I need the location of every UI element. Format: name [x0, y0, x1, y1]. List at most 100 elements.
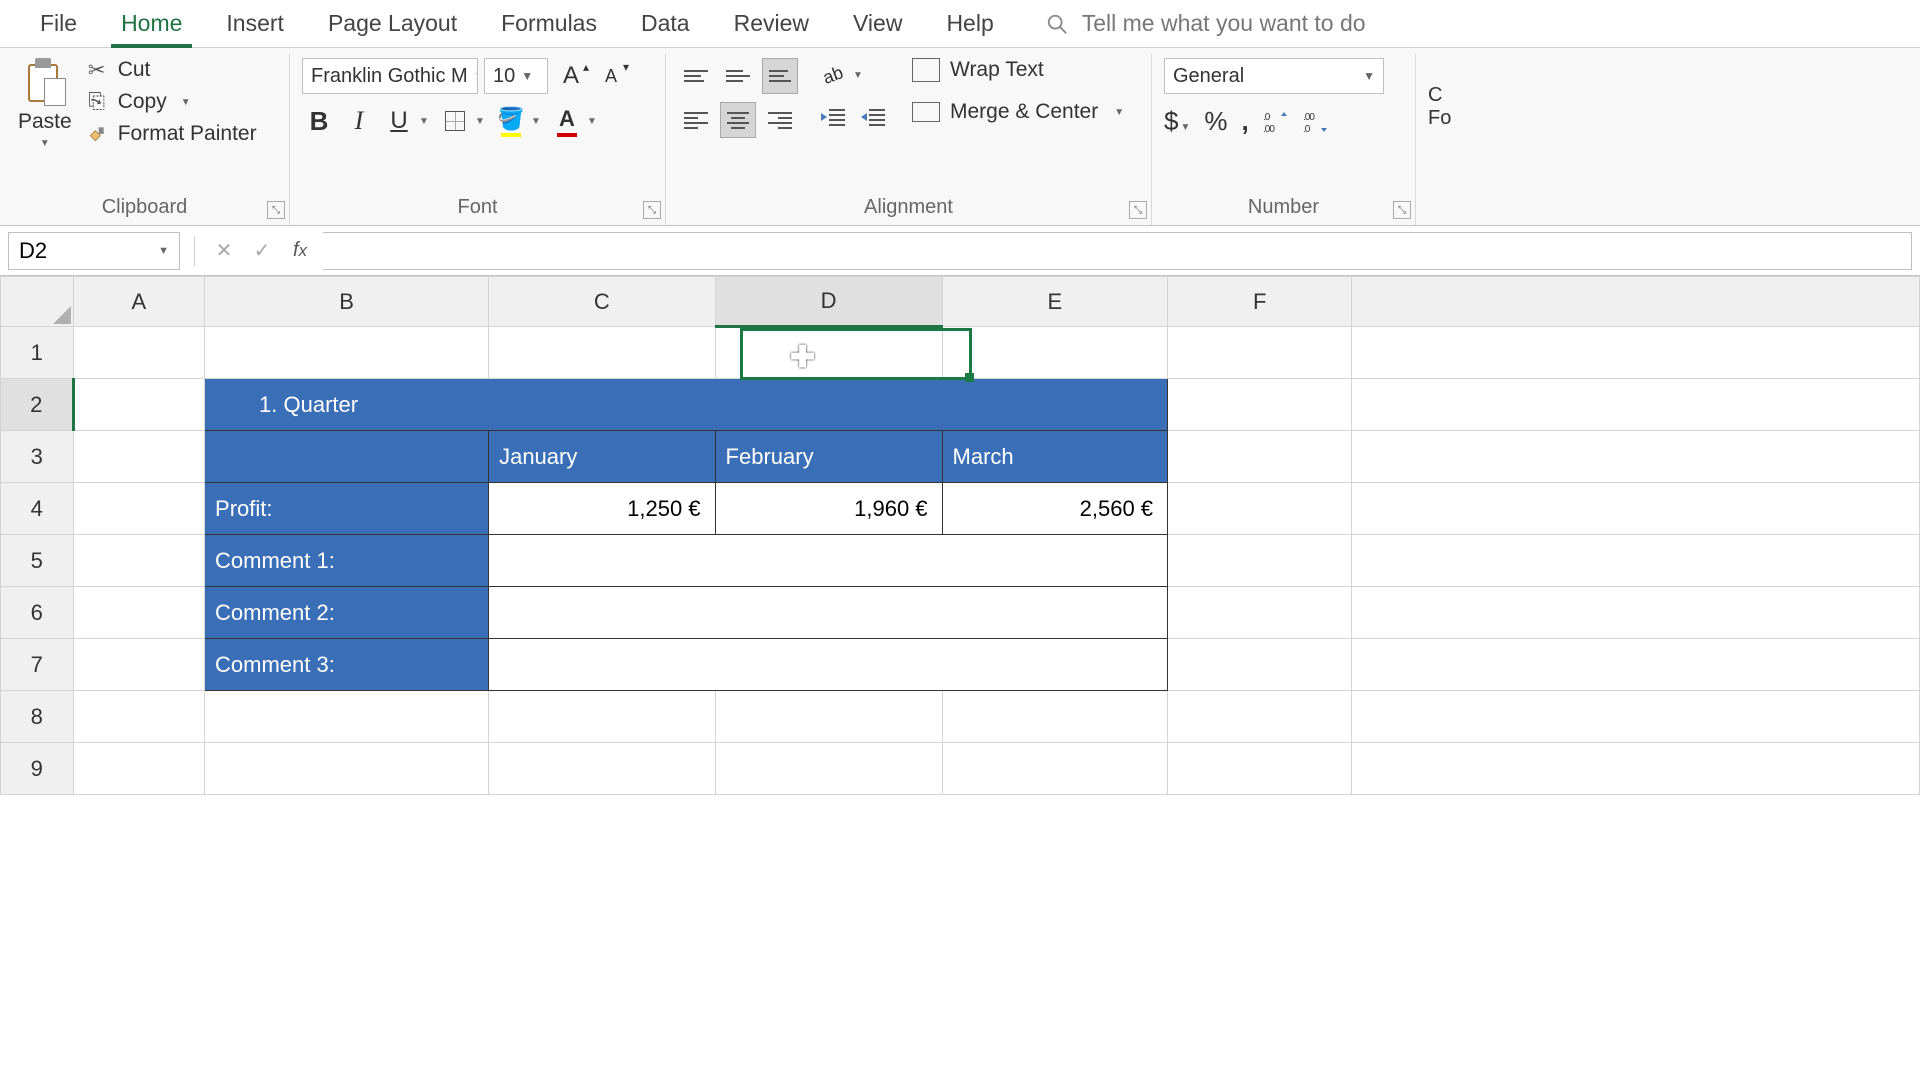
cell[interactable]	[942, 691, 1168, 743]
comma-style-button[interactable]: ,	[1242, 106, 1249, 137]
row-header-6[interactable]: 6	[1, 587, 74, 639]
cell[interactable]	[73, 379, 205, 431]
align-top-button[interactable]	[678, 58, 714, 94]
decrease-decimal-button[interactable]: .00.0	[1303, 110, 1329, 134]
table-title-cell[interactable]: 1. Quarter	[205, 379, 1168, 431]
cell[interactable]	[1352, 431, 1920, 483]
cell[interactable]	[489, 743, 715, 795]
wrap-text-button[interactable]: Wrap Text	[912, 58, 1124, 82]
month-header[interactable]: February	[715, 431, 942, 483]
cell[interactable]	[1168, 743, 1352, 795]
row-header-4[interactable]: 4	[1, 483, 74, 535]
percent-button[interactable]: %	[1204, 106, 1227, 137]
cell[interactable]	[205, 743, 489, 795]
orientation-button[interactable]: ab▼	[816, 58, 866, 92]
profit-value[interactable]: 1,960 €	[715, 483, 942, 535]
bold-button[interactable]: B	[302, 104, 336, 138]
align-bottom-button[interactable]	[762, 58, 798, 94]
menu-review[interactable]: Review	[712, 0, 831, 48]
comment-value-cell[interactable]	[489, 587, 1168, 639]
menu-data[interactable]: Data	[619, 0, 712, 48]
cell[interactable]	[73, 327, 205, 379]
col-header-e[interactable]: E	[942, 277, 1168, 327]
profit-value[interactable]: 1,250 €	[489, 483, 715, 535]
increase-indent-button[interactable]	[856, 100, 890, 134]
increase-decimal-button[interactable]: .0.00	[1263, 110, 1289, 134]
italic-button[interactable]: I	[342, 104, 376, 138]
number-dialog-launcher[interactable]: ⤡	[1393, 201, 1411, 219]
font-dialog-launcher[interactable]: ⤡	[643, 201, 661, 219]
underline-button[interactable]: U▼	[382, 104, 432, 138]
align-right-button[interactable]	[762, 102, 798, 138]
cell[interactable]	[205, 327, 489, 379]
row-header-7[interactable]: 7	[1, 639, 74, 691]
decrease-font-button[interactable]: A▾	[594, 59, 628, 93]
comment-value-cell[interactable]	[489, 639, 1168, 691]
insert-function-button[interactable]: fx	[285, 236, 315, 266]
align-middle-button[interactable]	[720, 58, 756, 94]
fill-color-button[interactable]: 🪣▼	[494, 104, 544, 138]
cell[interactable]	[1168, 639, 1352, 691]
cancel-formula-button[interactable]: ✕	[209, 236, 239, 266]
cell[interactable]	[1168, 587, 1352, 639]
row-header-2[interactable]: 2	[1, 379, 74, 431]
row-header-5[interactable]: 5	[1, 535, 74, 587]
select-all-corner[interactable]	[1, 277, 74, 327]
menu-insert[interactable]: Insert	[204, 0, 306, 48]
profit-label-cell[interactable]: Profit:	[205, 483, 489, 535]
menu-formulas[interactable]: Formulas	[479, 0, 619, 48]
comment-label-cell[interactable]: Comment 1:	[205, 535, 489, 587]
menu-file[interactable]: File	[18, 0, 99, 48]
cell[interactable]	[1352, 327, 1920, 379]
cell[interactable]	[942, 327, 1168, 379]
align-center-button[interactable]	[720, 102, 756, 138]
cell[interactable]	[715, 691, 942, 743]
cell[interactable]	[1168, 535, 1352, 587]
spreadsheet-grid[interactable]: A B C D E F 1 2 1. Quarter 3 January Feb…	[0, 276, 1920, 795]
menu-view[interactable]: View	[831, 0, 924, 48]
cell[interactable]	[205, 691, 489, 743]
col-header-a[interactable]: A	[73, 277, 205, 327]
cell[interactable]	[73, 535, 205, 587]
cell[interactable]	[1352, 743, 1920, 795]
cell[interactable]	[73, 639, 205, 691]
increase-font-button[interactable]: A▴	[554, 59, 588, 93]
col-header-f[interactable]: F	[1168, 277, 1352, 327]
cell[interactable]	[1352, 639, 1920, 691]
cell[interactable]	[489, 327, 715, 379]
cell[interactable]	[73, 743, 205, 795]
row-header-3[interactable]: 3	[1, 431, 74, 483]
menu-page-layout[interactable]: Page Layout	[306, 0, 479, 48]
accounting-format-button[interactable]: $▼	[1164, 106, 1190, 137]
month-header[interactable]: January	[489, 431, 715, 483]
enter-formula-button[interactable]: ✓	[247, 236, 277, 266]
cell[interactable]	[1352, 587, 1920, 639]
cell[interactable]	[73, 483, 205, 535]
cell[interactable]	[1352, 691, 1920, 743]
cell[interactable]	[1352, 483, 1920, 535]
cell[interactable]	[489, 691, 715, 743]
month-header[interactable]: March	[942, 431, 1168, 483]
cell[interactable]	[73, 691, 205, 743]
paste-button[interactable]: Paste ▼	[12, 58, 78, 149]
tell-me-search[interactable]: Tell me what you want to do	[1016, 0, 1366, 37]
name-box[interactable]: D2 ▼	[8, 232, 180, 270]
cell[interactable]	[1168, 431, 1352, 483]
col-header-blank[interactable]	[1352, 277, 1920, 327]
align-left-button[interactable]	[678, 102, 714, 138]
col-header-b[interactable]: B	[205, 277, 489, 327]
cell[interactable]	[715, 327, 942, 379]
col-header-c[interactable]: C	[489, 277, 715, 327]
alignment-dialog-launcher[interactable]: ⤡	[1129, 201, 1147, 219]
cell[interactable]	[73, 431, 205, 483]
cell[interactable]	[942, 743, 1168, 795]
cell[interactable]	[1168, 483, 1352, 535]
row-header-9[interactable]: 9	[1, 743, 74, 795]
comment-label-cell[interactable]: Comment 2:	[205, 587, 489, 639]
cell[interactable]	[1352, 379, 1920, 431]
row-header-8[interactable]: 8	[1, 691, 74, 743]
number-format-dropdown[interactable]: General ▼	[1164, 58, 1384, 94]
format-painter-button[interactable]: Format Painter	[86, 122, 257, 146]
copy-button[interactable]: ⎘ Copy ▼	[86, 90, 257, 114]
col-header-d[interactable]: D	[715, 277, 942, 327]
